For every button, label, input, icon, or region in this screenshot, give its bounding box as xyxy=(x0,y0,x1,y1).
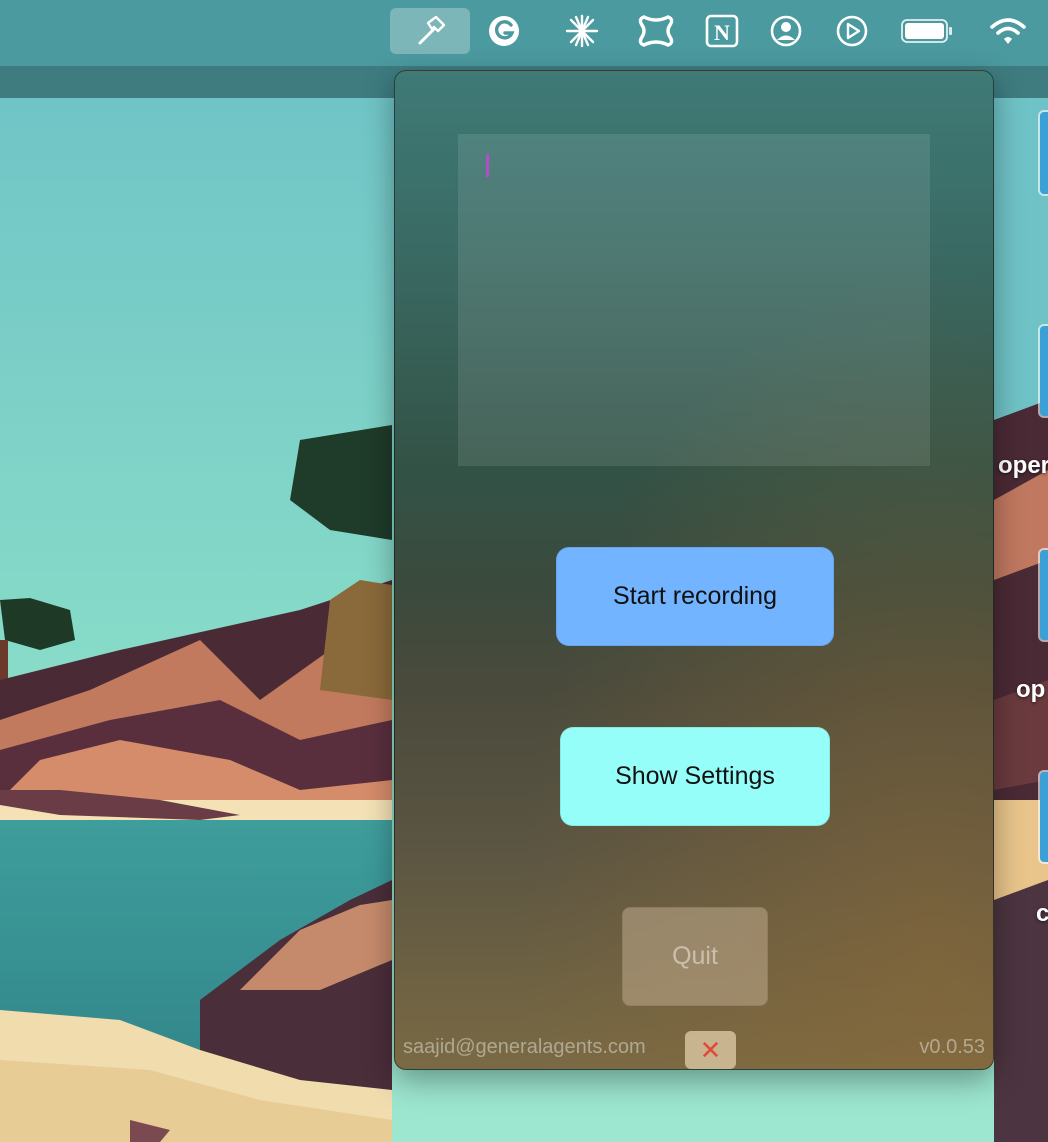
desktop-file-label[interactable]: oper xyxy=(998,452,1048,480)
desktop-file-icon[interactable] xyxy=(1040,772,1048,862)
text-cursor xyxy=(486,154,489,177)
logout-button[interactable]: ✕ xyxy=(685,1031,736,1069)
quit-button[interactable]: Quit xyxy=(622,907,768,1006)
show-settings-button[interactable]: Show Settings xyxy=(560,727,830,826)
account-email: saajid@generalagents.com xyxy=(403,1036,646,1058)
sparkle-icon xyxy=(565,14,599,48)
user-circle-icon xyxy=(770,15,802,47)
notion-icon: N xyxy=(705,14,739,48)
squircle-menu-extra[interactable] xyxy=(636,8,676,54)
desktop-file-label[interactable]: op xyxy=(1016,676,1045,704)
menu-bar: N xyxy=(0,0,1048,66)
play-menu-extra[interactable] xyxy=(832,8,872,54)
wifi-menu-extra[interactable] xyxy=(986,8,1030,54)
squircle-app-icon xyxy=(638,15,674,47)
hammer-icon xyxy=(418,15,446,45)
desktop-file-icon[interactable] xyxy=(1040,326,1048,416)
desktop-file-icon[interactable] xyxy=(1040,550,1048,640)
wifi-icon xyxy=(990,18,1026,44)
user-menu-extra[interactable] xyxy=(766,8,806,54)
desktop-file-icon[interactable] xyxy=(1040,112,1048,194)
play-circle-icon xyxy=(836,15,868,47)
task-text-input[interactable] xyxy=(458,134,930,466)
battery-menu-extra[interactable] xyxy=(898,8,956,54)
notion-menu-extra[interactable]: N xyxy=(702,8,742,54)
start-recording-button[interactable]: Start recording xyxy=(556,547,834,646)
grammarly-icon xyxy=(489,16,519,46)
sparkle-menu-extra[interactable] xyxy=(562,8,602,54)
desktop-file-label[interactable]: c xyxy=(1036,900,1048,928)
recorder-popover: Start recording Show Settings Quit saaji… xyxy=(394,70,994,1070)
close-icon: ✕ xyxy=(699,1034,722,1065)
grammarly-menu-extra[interactable] xyxy=(484,8,524,54)
app-version: v0.0.53 xyxy=(919,1036,985,1058)
battery-icon xyxy=(901,19,952,43)
hammer-menu-extra[interactable] xyxy=(390,8,470,54)
svg-text:N: N xyxy=(714,20,730,45)
